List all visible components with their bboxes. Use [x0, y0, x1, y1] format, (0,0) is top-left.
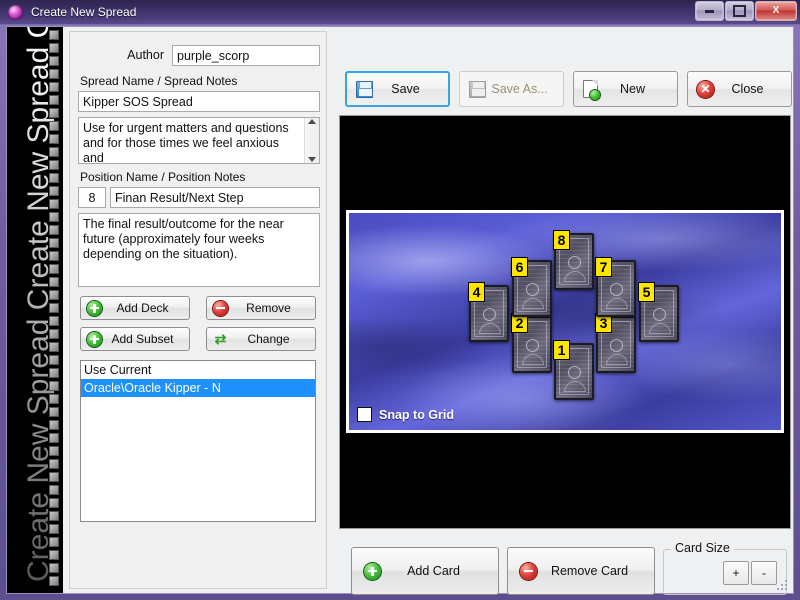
- close-button[interactable]: ✕ Close: [687, 71, 792, 107]
- card-position-1[interactable]: 1: [553, 340, 594, 400]
- maximize-button[interactable]: [725, 1, 754, 21]
- increase-card-size-button[interactable]: +: [723, 561, 749, 585]
- card-number-badge: 4: [468, 282, 485, 302]
- snap-to-grid-label: Snap to Grid: [379, 407, 454, 422]
- new-button[interactable]: New: [573, 71, 678, 107]
- card-position-7[interactable]: 7: [595, 257, 636, 317]
- spread-notes-scrollbar[interactable]: [304, 118, 319, 163]
- card-position-8[interactable]: 8: [553, 230, 594, 290]
- window-controls: X: [694, 1, 797, 21]
- change-label: Change: [247, 332, 290, 346]
- remove-card-button[interactable]: Remove Card: [507, 547, 655, 595]
- title-bar: Create New Spread X: [0, 0, 800, 25]
- change-deck-button[interactable]: ⇄ Change: [206, 327, 316, 351]
- remove-deck-button[interactable]: Remove: [206, 296, 316, 320]
- refresh-arrows-icon: ⇄: [214, 331, 227, 347]
- plus-circle-icon: [364, 562, 381, 580]
- remove-label: Remove: [246, 301, 291, 315]
- add-subset-label: Add Subset: [111, 332, 174, 346]
- minimize-button[interactable]: [695, 1, 724, 21]
- close-label: Close: [731, 82, 764, 96]
- save-button[interactable]: Save: [345, 71, 450, 107]
- snap-to-grid-control[interactable]: Snap to Grid: [357, 407, 454, 422]
- card-number-badge: 5: [638, 282, 655, 302]
- add-card-button[interactable]: Add Card: [351, 547, 499, 595]
- card-position-2[interactable]: 2: [511, 313, 552, 373]
- author-label: Author: [127, 48, 164, 62]
- add-deck-label: Add Deck: [116, 301, 169, 315]
- card-number-badge: 7: [595, 257, 612, 277]
- x-circle-icon: ✕: [697, 80, 714, 98]
- spread-canvas[interactable]: Snap to Grid 1 2 3 4 5 6 7 8: [339, 115, 791, 529]
- client-area: Create New Spread Create New Spread Crea…: [6, 26, 794, 595]
- purple-orb-icon: [8, 4, 23, 20]
- author-row: Author purple_scorp: [78, 44, 320, 66]
- add-card-label: Add Card: [407, 564, 460, 578]
- scroll-down-icon[interactable]: [308, 157, 316, 162]
- new-page-icon: [583, 80, 600, 100]
- plus-circle-icon: [87, 331, 102, 347]
- save-as-button: Save As...: [459, 71, 564, 107]
- new-label: New: [619, 82, 645, 96]
- decrease-card-size-button[interactable]: -: [751, 561, 777, 585]
- filmstrip-decoration: [49, 27, 61, 593]
- card-size-label: Card Size: [671, 541, 734, 555]
- maximize-icon: [733, 5, 746, 17]
- author-input[interactable]: purple_scorp: [172, 44, 320, 66]
- minimize-icon: [705, 9, 714, 13]
- minus-circle-icon: [213, 300, 228, 316]
- resize-grip[interactable]: [777, 578, 789, 590]
- card-position-3[interactable]: 3: [595, 313, 636, 373]
- save-as-label: Save As...: [491, 82, 548, 96]
- spread-background[interactable]: Snap to Grid 1 2 3 4 5 6 7 8: [346, 210, 784, 433]
- card-position-4[interactable]: 4: [468, 282, 509, 342]
- card-number-badge: 1: [553, 340, 570, 360]
- position-notes-wrapper: The final result/outcome for the near fu…: [78, 213, 320, 287]
- card-position-5[interactable]: 5: [638, 282, 679, 342]
- floppy-disk-icon: [469, 80, 486, 98]
- minus-circle-icon: [520, 562, 537, 580]
- scroll-up-icon[interactable]: [308, 119, 316, 124]
- position-notes-textarea[interactable]: The final result/outcome for the near fu…: [78, 213, 320, 287]
- position-number-input[interactable]: 8: [78, 187, 106, 208]
- deck-list[interactable]: Use Current Oracle\Oracle Kipper - N: [80, 360, 316, 522]
- remove-card-label: Remove Card: [550, 564, 629, 578]
- application-window: Create New Spread X Create New Spread Cr…: [0, 0, 800, 600]
- add-subset-button[interactable]: Add Subset: [80, 327, 190, 351]
- spread-name-input[interactable]: Kipper SOS Spread: [78, 91, 320, 112]
- close-window-button[interactable]: X: [755, 1, 797, 21]
- snap-to-grid-checkbox[interactable]: [357, 407, 372, 422]
- plus-circle-icon: [87, 300, 102, 316]
- position-label: Position Name / Position Notes: [80, 170, 246, 184]
- list-item[interactable]: Use Current: [81, 361, 315, 379]
- spread-notes-textarea[interactable]: Use for urgent matters and questions and…: [78, 117, 320, 164]
- add-deck-button[interactable]: Add Deck: [80, 296, 190, 320]
- card-number-badge: 6: [511, 257, 528, 277]
- window-title: Create New Spread: [31, 5, 137, 19]
- spread-form-panel: Author purple_scorp Spread Name / Spread…: [69, 31, 327, 589]
- vertical-banner: Create New Spread Create New Spread Crea: [7, 27, 63, 593]
- save-label: Save: [391, 82, 420, 96]
- list-item[interactable]: Oracle\Oracle Kipper - N: [81, 379, 315, 397]
- floppy-disk-icon: [356, 80, 373, 98]
- card-position-6[interactable]: 6: [511, 257, 552, 317]
- position-name-input[interactable]: Finan Result/Next Step: [110, 187, 320, 208]
- spread-name-label: Spread Name / Spread Notes: [80, 74, 238, 88]
- card-number-badge: 8: [553, 230, 570, 250]
- spread-notes-wrapper: Use for urgent matters and questions and…: [78, 117, 320, 164]
